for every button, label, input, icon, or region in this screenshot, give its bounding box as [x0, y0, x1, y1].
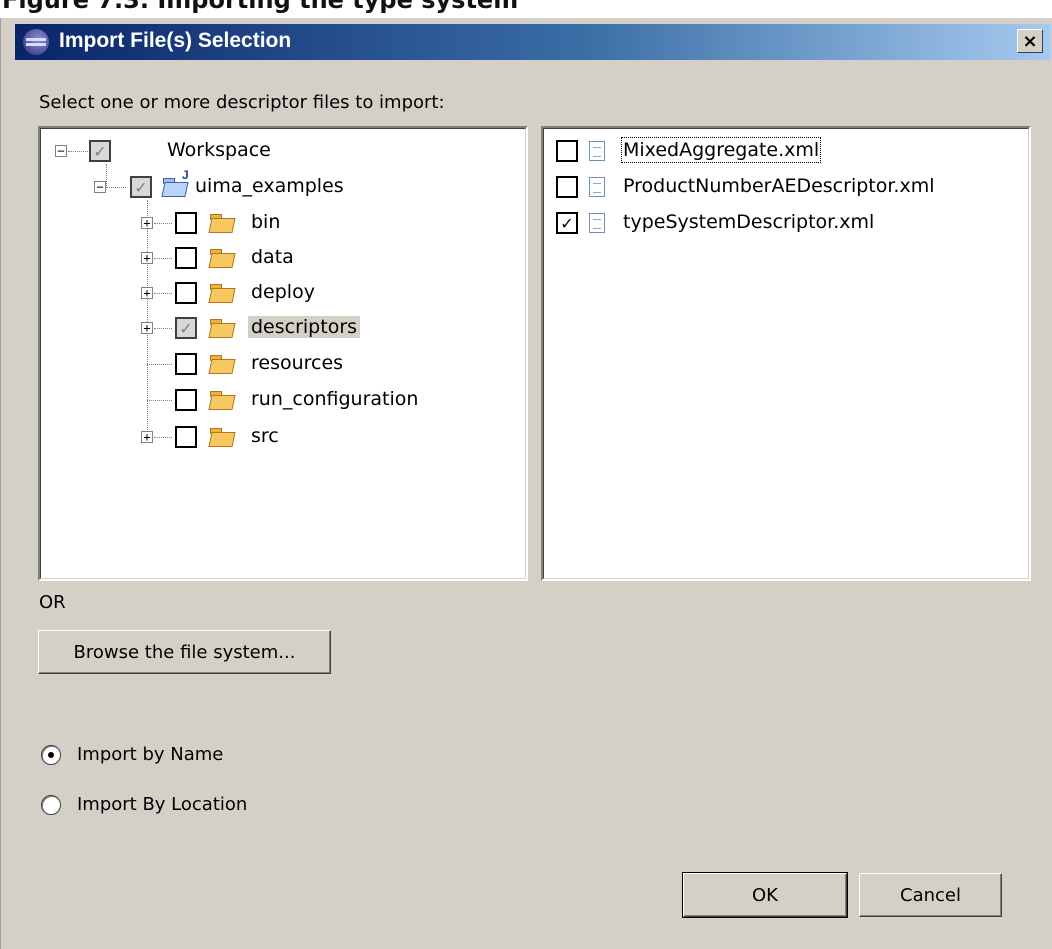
tree-row-folder[interactable]: resources [40, 347, 526, 381]
folder-tree-panel[interactable]: − ✓ Workspace − ✓ J uima_examples + bin … [38, 126, 528, 581]
expand-icon[interactable]: + [141, 431, 153, 443]
expand-icon[interactable]: + [141, 217, 153, 229]
folder-checkbox[interactable] [175, 282, 197, 304]
cancel-button[interactable]: Cancel [859, 873, 1002, 917]
document-caption-strip: Figure 7.3. Importing the type system [0, 0, 1052, 20]
import-by-name-radio[interactable] [41, 745, 61, 765]
expand-icon[interactable]: + [141, 252, 153, 264]
ok-button[interactable]: OK [682, 872, 848, 918]
tree-row-folder-selected[interactable]: + ✓ descriptors [40, 311, 526, 345]
file-label: MixedAggregate.xml [620, 137, 822, 163]
folder-checkbox[interactable] [175, 426, 197, 448]
java-project-icon: J [182, 168, 189, 182]
browse-file-system-button[interactable]: Browse the file system... [38, 630, 331, 674]
file-label: typeSystemDescriptor.xml [623, 211, 875, 233]
folder-checkbox[interactable] [175, 212, 197, 234]
file-list-item[interactable]: MixedAggregate.xml [543, 134, 1029, 168]
radio-selected-dot [48, 752, 54, 758]
import-by-location-label: Import By Location [77, 794, 248, 815]
or-label: OR [39, 592, 66, 613]
folder-icon [210, 428, 234, 446]
eclipse-icon [23, 29, 49, 55]
expand-icon[interactable]: + [141, 287, 153, 299]
folder-icon [210, 391, 234, 409]
tree-label: resources [251, 352, 344, 374]
tree-label: uima_examples [195, 175, 344, 197]
document-caption: Figure 7.3. Importing the type system [2, 0, 519, 14]
file-list-panel[interactable]: MixedAggregate.xml ProductNumberAEDescri… [541, 126, 1031, 581]
xml-file-icon [589, 213, 605, 233]
tree-label: deploy [251, 281, 315, 303]
file-checkbox[interactable] [556, 140, 578, 162]
folder-checkbox[interactable] [175, 353, 197, 375]
file-list-item[interactable]: ProductNumberAEDescriptor.xml [543, 170, 1029, 204]
tree-row-folder[interactable]: + data [40, 241, 526, 275]
tree-label: src [251, 425, 279, 447]
import-by-name-label: Import by Name [77, 744, 224, 765]
collapse-icon[interactable]: − [94, 181, 106, 193]
folder-icon [210, 319, 234, 337]
folder-checkbox[interactable] [175, 389, 197, 411]
folder-icon [210, 284, 234, 302]
title-bar[interactable]: Import File(s) Selection × [15, 24, 1051, 60]
tree-label: data [251, 246, 294, 268]
file-checkbox[interactable] [556, 176, 578, 198]
tree-row-folder[interactable]: + bin [40, 206, 526, 240]
workspace-checkbox[interactable]: ✓ [89, 140, 111, 162]
tree-label: bin [251, 211, 281, 233]
file-list-item[interactable]: ✓ typeSystemDescriptor.xml [543, 206, 1029, 240]
tree-row-folder[interactable]: + src [40, 420, 526, 454]
xml-file-icon [589, 141, 605, 161]
instruction-label: Select one or more descriptor files to i… [39, 92, 445, 113]
folder-checkbox[interactable] [175, 247, 197, 269]
import-by-location-radio[interactable] [41, 795, 61, 815]
tree-row-project[interactable]: − ✓ J uima_examples [40, 168, 526, 204]
folder-checkbox[interactable]: ✓ [175, 317, 197, 339]
collapse-icon[interactable]: − [55, 145, 67, 157]
expand-icon[interactable]: + [141, 322, 153, 334]
close-button[interactable]: × [1017, 29, 1043, 53]
tree-label: Workspace [167, 139, 271, 161]
window-title: Import File(s) Selection [59, 29, 292, 52]
folder-icon [210, 214, 234, 232]
project-checkbox[interactable]: ✓ [130, 176, 152, 198]
import-dialog: Import File(s) Selection × Select one or… [0, 18, 1052, 949]
file-checkbox[interactable]: ✓ [556, 212, 578, 234]
folder-icon [210, 249, 234, 267]
folder-icon [210, 355, 234, 373]
xml-file-icon [589, 177, 605, 197]
tree-row-folder[interactable]: + deploy [40, 276, 526, 310]
tree-row-workspace[interactable]: − ✓ Workspace [40, 134, 526, 168]
tree-label: descriptors [248, 316, 361, 338]
file-label: ProductNumberAEDescriptor.xml [623, 175, 935, 197]
tree-label: run_configuration [251, 388, 419, 410]
tree-row-folder[interactable]: run_configuration [40, 383, 526, 417]
